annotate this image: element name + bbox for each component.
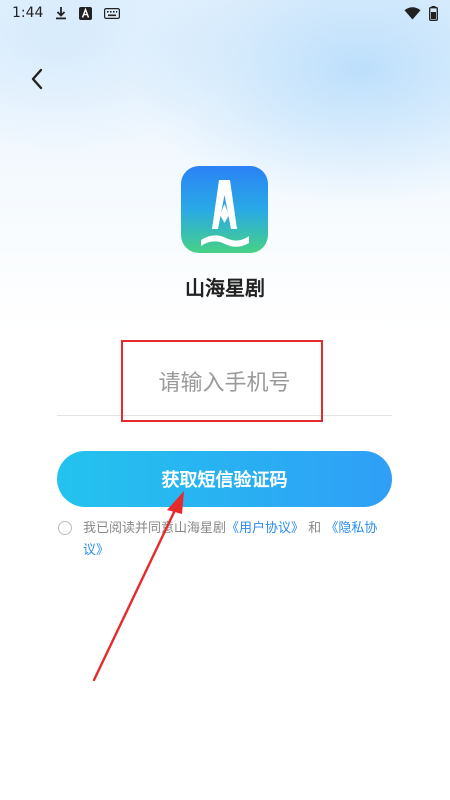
keyboard-icon bbox=[104, 7, 121, 19]
agreement-row: 我已阅读并同意山海星剧《用户协议》 和 《隐私协议》 bbox=[58, 518, 394, 562]
status-right bbox=[404, 5, 438, 21]
battery-icon bbox=[429, 5, 438, 21]
get-sms-code-button[interactable]: 获取短信验证码 bbox=[57, 451, 392, 507]
status-bar: 1:44 bbox=[0, 0, 450, 26]
chevron-left-icon bbox=[31, 68, 43, 90]
status-left: 1:44 bbox=[12, 5, 121, 21]
agreement-prefix: 我已阅读并同意山海星剧 bbox=[83, 521, 227, 536]
app-name: 山海星剧 bbox=[185, 276, 265, 300]
a-badge-icon bbox=[79, 6, 93, 20]
download-icon bbox=[55, 6, 67, 20]
agreement-conjunction: 和 bbox=[308, 521, 322, 536]
agreement-text: 我已阅读并同意山海星剧《用户协议》 和 《隐私协议》 bbox=[83, 518, 394, 562]
agreement-checkbox[interactable] bbox=[58, 521, 72, 535]
phone-input-row bbox=[57, 352, 392, 416]
wifi-icon bbox=[404, 6, 421, 20]
status-time: 1:44 bbox=[12, 5, 44, 21]
user-agreement-link[interactable]: 《用户协议》 bbox=[226, 521, 304, 536]
phone-input[interactable] bbox=[122, 362, 327, 405]
back-button[interactable] bbox=[22, 64, 52, 94]
app-logo bbox=[181, 166, 268, 253]
logo-mark-icon bbox=[201, 180, 249, 247]
